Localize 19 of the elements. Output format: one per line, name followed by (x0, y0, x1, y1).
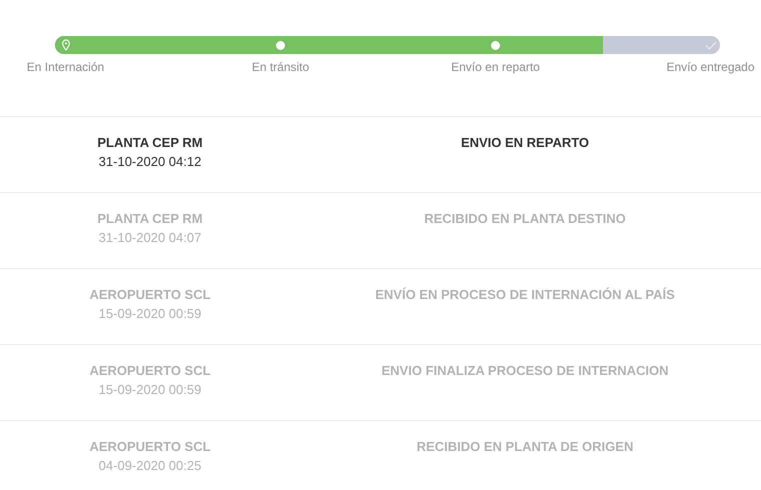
step-label: Envío entregado (666, 60, 755, 74)
event-status: ENVIO FINALIZA PROCESO DE INTERNACION (382, 363, 668, 380)
event-location: PLANTA CEP RM (97, 135, 203, 150)
event-status: RECIBIDO EN PLANTA DESTINO (424, 211, 626, 228)
event-status: ENVÍO EN PROCESO DE INTERNACIÓN AL PAÍS (375, 287, 675, 304)
event-status: RECIBIDO EN PLANTA DE ORIGEN (416, 439, 634, 456)
event-status: ENVIO EN REPARTO (460, 135, 590, 152)
event-datetime: 31-10-2020 04:07 (98, 230, 202, 245)
step-label: Envío en reparto (451, 60, 540, 74)
event-location: AEROPUERTO SCL (89, 363, 211, 378)
event-datetime: 04-09-2020 00:25 (98, 458, 202, 473)
event-datetime: 15-09-2020 00:59 (98, 382, 202, 397)
event-location: AEROPUERTO SCL (89, 439, 211, 454)
event-datetime: 31-10-2020 04:12 (98, 154, 202, 169)
event-datetime: 15-09-2020 00:59 (98, 306, 202, 321)
event-location: AEROPUERTO SCL (89, 287, 211, 302)
event-location: PLANTA CEP RM (97, 211, 203, 226)
step-label: En tránsito (252, 60, 310, 74)
step-label: En Internación (26, 60, 104, 74)
